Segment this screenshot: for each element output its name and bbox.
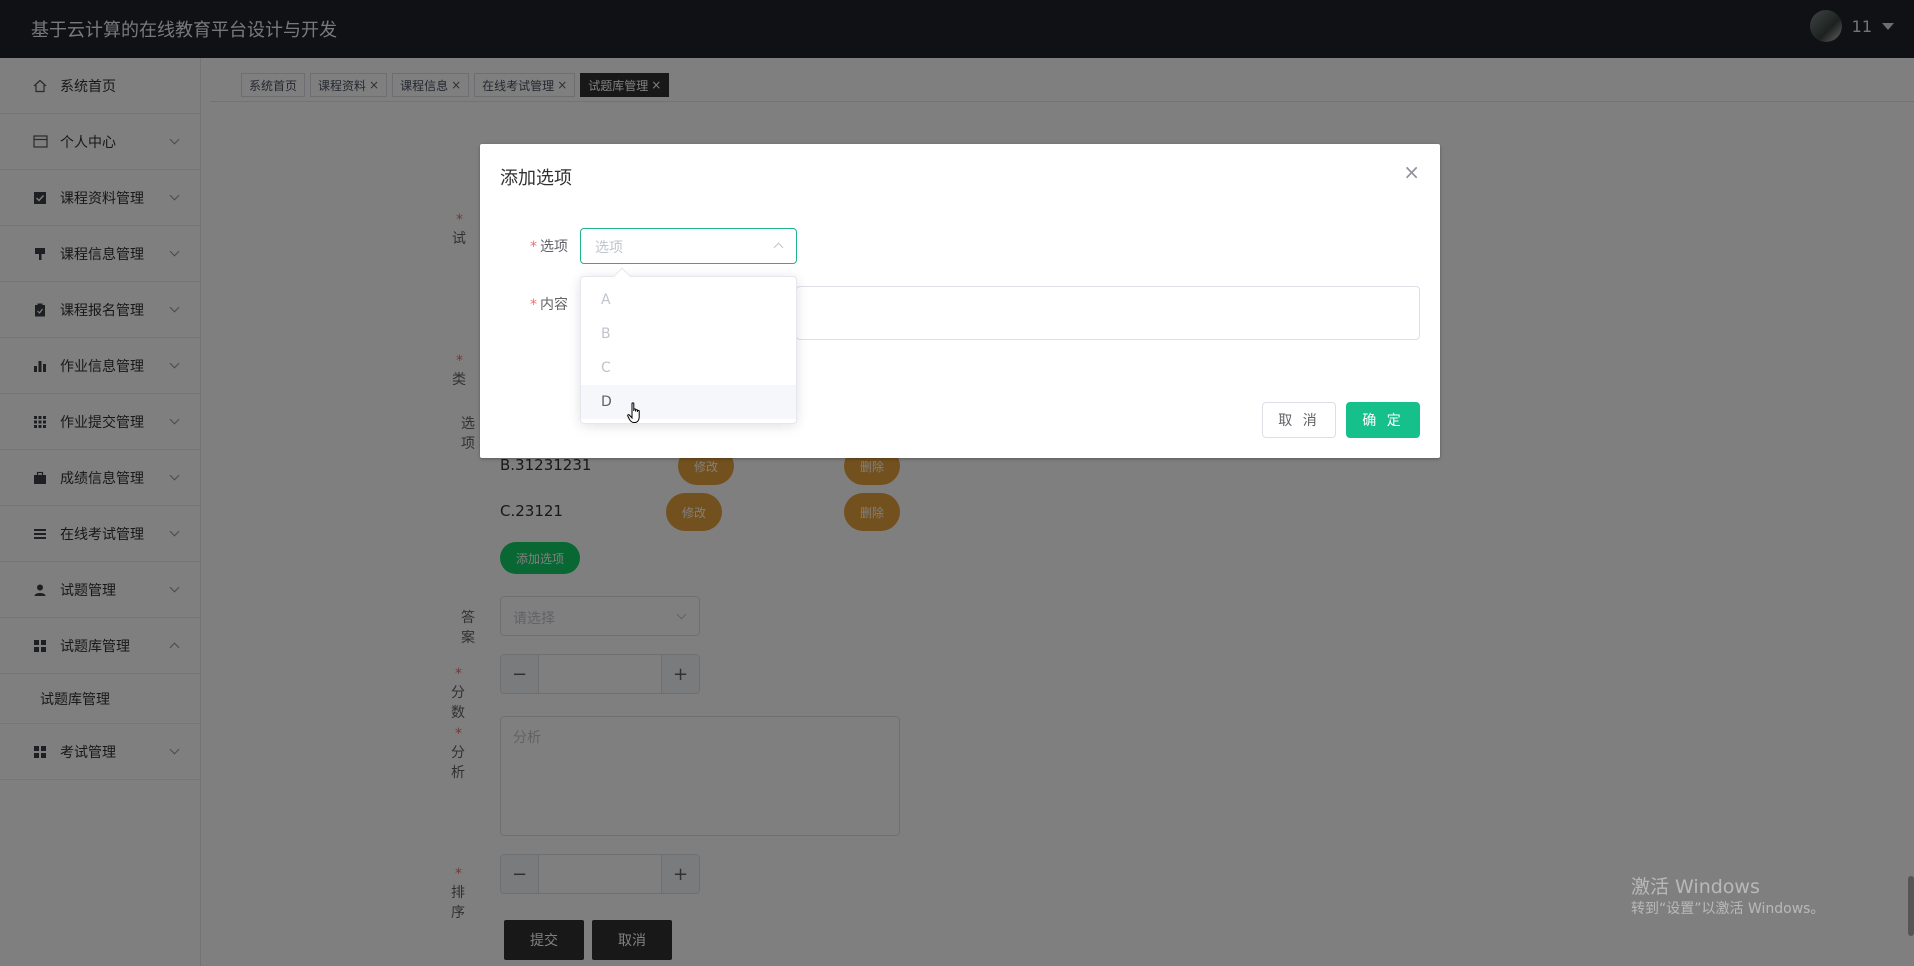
dropdown-option-a[interactable]: A (581, 283, 796, 317)
option-select[interactable]: 选项 (580, 228, 797, 264)
chevron-up-icon (773, 242, 784, 253)
activate-windows-title: 激活 Windows (1631, 876, 1760, 898)
dialog-confirm-button[interactable]: 确 定 (1346, 402, 1420, 438)
scrollbar[interactable] (1908, 876, 1914, 936)
dialog-cancel-button[interactable]: 取 消 (1262, 402, 1336, 438)
dropdown-option-d[interactable]: D (581, 385, 796, 419)
option-placeholder: 选项 (595, 240, 623, 256)
dialog-title: 添加选项 (500, 168, 572, 189)
dialog-label-content: * 内容 (530, 297, 568, 313)
option-dropdown: A B C D (580, 267, 797, 424)
dialog-label-option: * 选项 (530, 239, 568, 255)
dropdown-option-b[interactable]: B (581, 317, 796, 351)
close-icon[interactable]: × (1403, 160, 1420, 184)
dropdown-option-c[interactable]: C (581, 351, 796, 385)
activate-windows-hint: 转到“设置”以激活 Windows。 (1631, 901, 1825, 917)
hand-cursor-icon (627, 402, 640, 423)
content-textarea[interactable] (796, 286, 1420, 340)
